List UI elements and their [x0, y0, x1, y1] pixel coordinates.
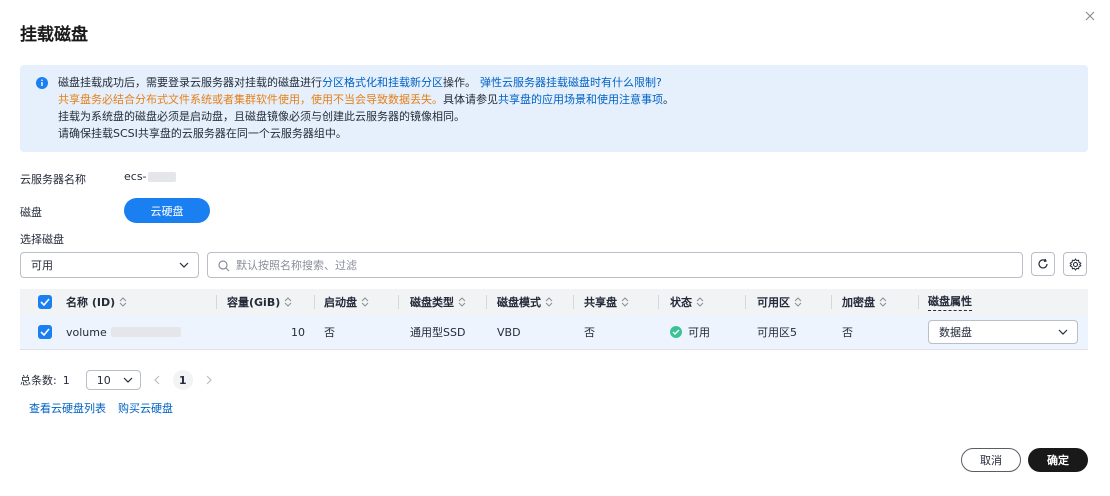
select-disk-label: 选择磁盘: [20, 233, 64, 246]
sort-icon: [119, 297, 127, 307]
row-capacity: 10: [291, 325, 305, 339]
disk-type-button[interactable]: 云硬盘: [124, 198, 210, 223]
header-status[interactable]: 状态: [670, 289, 704, 315]
header-capacity[interactable]: 容量(GiB): [227, 289, 292, 315]
sort-icon: [284, 297, 292, 307]
total-label: 总条数:: [20, 374, 57, 387]
header-disk-mode[interactable]: 磁盘模式: [497, 289, 553, 315]
server-name-value: ecs-: [124, 170, 176, 183]
check-circle-icon: [670, 326, 682, 338]
shared-disk-usage-link[interactable]: 共享盘的应用场景和使用注意事项: [498, 93, 663, 106]
row-disk-mode: VBD: [497, 325, 521, 339]
header-encrypted[interactable]: 加密盘: [842, 289, 887, 315]
server-name-label: 云服务器名称: [20, 173, 86, 186]
row-checkbox[interactable]: [38, 315, 52, 349]
header-name[interactable]: 名称 (ID): [66, 289, 127, 315]
masked-text: [147, 171, 176, 182]
notice-line-4: 请确保挂载SCSI共享盘的云服务器在同一个云服务器组中。: [58, 127, 347, 140]
sort-icon: [545, 297, 553, 307]
page-number-current[interactable]: 1: [172, 370, 193, 390]
total-count: 1: [62, 373, 70, 387]
confirm-button[interactable]: 确定: [1028, 448, 1088, 472]
table-header: 名称 (ID) 容量(GiB) 启动盘 磁盘类型 磁盘模式 共享盘 状态 可用区…: [20, 289, 1088, 315]
format-partition-link[interactable]: 分区格式化和挂载新分区: [322, 76, 443, 89]
page-size-select[interactable]: 10: [85, 370, 141, 390]
row-az: 可用区5: [757, 326, 797, 339]
disk-attribute-select[interactable]: 数据盘: [928, 320, 1078, 344]
search-icon: [218, 260, 230, 272]
header-boot[interactable]: 启动盘: [324, 289, 369, 315]
notice-line-1: 磁盘挂载成功后，需要登录云服务器对挂载的磁盘进行分区格式化和挂载新分区操作。 弹性…: [58, 76, 662, 89]
chevron-down-icon: [123, 377, 133, 383]
sort-icon: [621, 297, 629, 307]
mount-disk-dialog: 挂载磁盘 磁盘挂载成功后，需要登录云服务器对挂载的磁盘进行分区格式化和挂载新分区…: [0, 0, 1110, 496]
sort-icon: [879, 297, 887, 307]
notice-line-3: 挂载为系统盘的磁盘必须是启动盘，且磁盘镜像必须与创建此云服务器的镜像相同。: [58, 110, 465, 123]
row-shared: 否: [584, 326, 595, 339]
shared-disk-warning: 共享盘务必结合分布式文件系统或者集群软件使用，使用不当会导致数据丢失。: [58, 93, 443, 106]
chevron-right-icon[interactable]: [205, 375, 213, 385]
header-shared[interactable]: 共享盘: [584, 289, 629, 315]
status-filter-select[interactable]: 可用: [20, 252, 199, 278]
chevron-down-icon: [179, 262, 189, 268]
header-attribute: 磁盘属性: [928, 289, 972, 315]
bottom-links: 查看云硬盘列表 购买云硬盘: [29, 400, 173, 416]
disk-table: 名称 (ID) 容量(GiB) 启动盘 磁盘类型 磁盘模式 共享盘 状态 可用区…: [20, 289, 1088, 350]
refresh-icon: [1038, 258, 1048, 269]
select-all-checkbox[interactable]: [38, 289, 52, 315]
gear-icon: [1068, 257, 1082, 271]
header-az[interactable]: 可用区: [757, 289, 802, 315]
settings-button[interactable]: [1063, 252, 1087, 276]
sort-icon: [361, 297, 369, 307]
close-icon[interactable]: [1082, 8, 1098, 24]
chevron-down-icon: [1058, 329, 1068, 335]
sort-icon: [794, 297, 802, 307]
sort-icon: [696, 297, 704, 307]
row-boot: 否: [324, 326, 335, 339]
view-disk-list-link[interactable]: 查看云硬盘列表: [29, 400, 106, 416]
masked-text: [110, 327, 181, 337]
chevron-left-icon[interactable]: [153, 375, 161, 385]
cancel-button[interactable]: 取消: [961, 448, 1021, 472]
row-encrypted: 否: [842, 326, 853, 339]
row-status: 可用: [670, 315, 710, 349]
sort-icon: [458, 297, 466, 307]
table-row[interactable]: volume 10 否 通用型SSD VBD 否 可用 可用区5 否 数据盘: [20, 315, 1088, 350]
notice-line-2: 共享盘务必结合分布式文件系统或者集群软件使用，使用不当会导致数据丢失。具体请参见…: [58, 93, 674, 106]
refresh-button[interactable]: [1031, 252, 1055, 276]
disk-label: 磁盘: [20, 206, 42, 219]
mount-limits-link[interactable]: 弹性云服务器挂载磁盘时有什么限制?: [480, 76, 662, 89]
search-input[interactable]: 默认按照名称搜索、过滤: [207, 252, 1023, 278]
buy-disk-link[interactable]: 购买云硬盘: [118, 400, 173, 416]
row-disk-type: 通用型SSD: [410, 326, 466, 339]
info-icon: [36, 77, 48, 89]
info-notice: 磁盘挂载成功后，需要登录云服务器对挂载的磁盘进行分区格式化和挂载新分区操作。 弹性…: [20, 65, 1088, 152]
header-disk-type[interactable]: 磁盘类型: [410, 289, 466, 315]
row-name: volume: [66, 315, 181, 349]
pagination: 总条数: 1 10 1: [20, 370, 213, 390]
dialog-title: 挂载磁盘: [20, 25, 88, 45]
